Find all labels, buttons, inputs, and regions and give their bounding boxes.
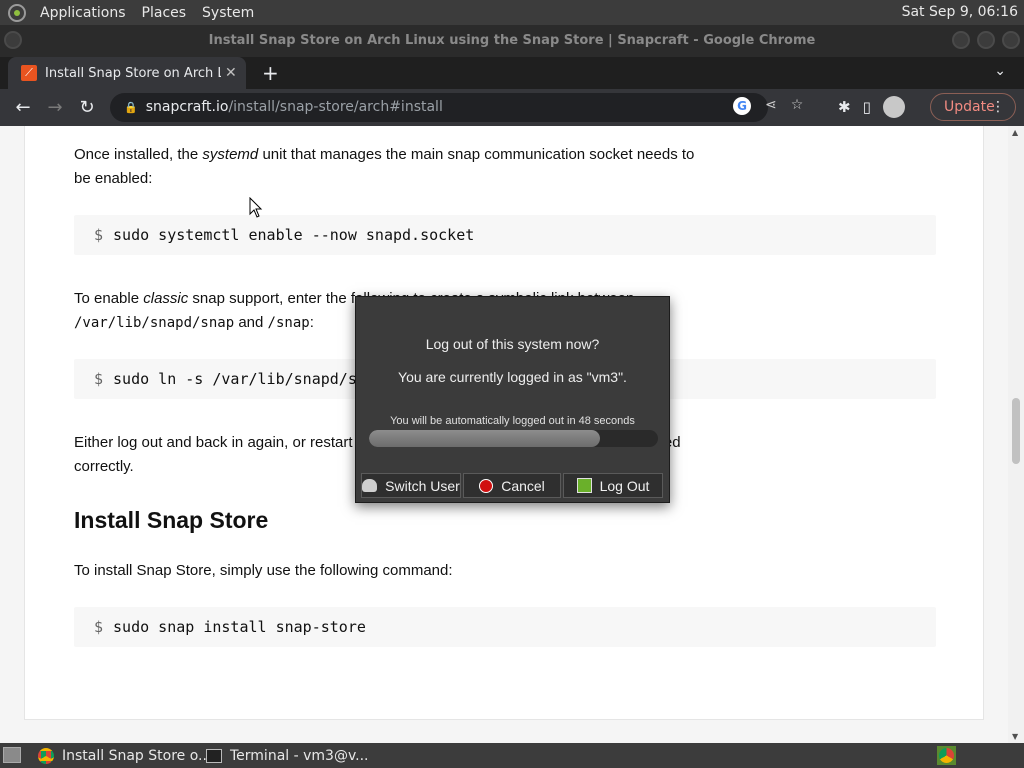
address-bar[interactable]: 🔒 snapcraft.io/install/snap-store/arch#in… <box>110 93 768 122</box>
menu-applications[interactable]: Applications <box>32 5 134 21</box>
side-panel-icon[interactable]: ▯ <box>863 98 871 116</box>
paragraph-systemd: Once installed, the systemd unit that ma… <box>74 146 695 187</box>
url-path: /install/snap-store/arch#install <box>228 99 443 115</box>
exit-icon <box>576 478 592 493</box>
cancel-icon <box>479 478 494 493</box>
url-host: snapcraft.io <box>145 99 229 115</box>
log-out-button[interactable]: Log Out <box>563 473 663 498</box>
shell-prompt: $ <box>94 226 104 244</box>
logout-dialog: Log out of this system now? You are curr… <box>355 296 670 503</box>
chevron-down-icon[interactable]: ⌄ <box>994 63 1006 79</box>
profile-avatar-icon[interactable] <box>882 96 905 118</box>
extensions-icon[interactable]: ✱ <box>838 98 851 116</box>
scroll-up-arrow-icon[interactable]: ▲ <box>1012 128 1018 137</box>
back-icon[interactable]: ← <box>7 97 39 118</box>
share-icon[interactable]: ⋖ <box>765 97 777 115</box>
forward-icon[interactable]: → <box>39 97 71 118</box>
tray-chrome-icon[interactable] <box>937 746 956 765</box>
lock-icon[interactable]: 🔒 <box>124 101 138 114</box>
countdown-progress-fill <box>369 430 601 447</box>
window-titlebar[interactable]: Install Snap Store on Arch Linux using t… <box>0 25 1024 57</box>
scrollbar-thumb[interactable] <box>1012 398 1020 464</box>
taskbar: Install Snap Store o... Terminal - vm3@v… <box>0 743 1024 768</box>
menu-places[interactable]: Places <box>134 5 195 21</box>
update-button[interactable]: Update ⋮ <box>930 93 1016 121</box>
google-lens-icon[interactable]: G <box>733 97 751 115</box>
log-out-label: Log Out <box>599 477 650 494</box>
tab-title: Install Snap Store on Arch Linux using t… <box>45 65 221 81</box>
show-desktop-icon[interactable] <box>3 747 21 763</box>
command-text[interactable]: sudo systemctl enable --now snapd.socket <box>113 226 474 244</box>
command-text[interactable]: sudo snap install snap-store <box>113 618 366 636</box>
taskbar-item-label: Install Snap Store o... <box>62 747 212 764</box>
code-block-enable-socket[interactable]: $ sudo systemctl enable --now snapd.socke… <box>74 215 936 255</box>
section-heading: Install Snap Store <box>74 507 269 533</box>
reload-icon[interactable]: ↻ <box>71 97 103 118</box>
update-label: Update <box>944 99 995 115</box>
shell-prompt: $ <box>94 370 104 388</box>
cancel-label: Cancel <box>501 477 545 494</box>
paragraph-install: To install Snap Store, simply use the fo… <box>74 562 453 579</box>
dialog-question: Log out of this system now? <box>425 336 600 352</box>
browser-toolbar: ← → ↻ 🔒 snapcraft.io/install/snap-store/a… <box>0 89 1024 126</box>
chrome-icon <box>38 747 54 764</box>
shell-prompt: $ <box>94 618 104 636</box>
more-menu-icon[interactable]: ⋮ <box>991 94 1005 120</box>
tab-strip: ⟋ Install Snap Store on Arch Linux using… <box>0 57 1024 89</box>
taskbar-item-chrome[interactable]: Install Snap Store o... <box>38 743 211 768</box>
mouse-cursor-icon <box>249 197 263 218</box>
close-icon[interactable]: ✕ <box>225 65 237 81</box>
bookmark-star-icon[interactable]: ☆ <box>791 97 804 115</box>
dialog-countdown: You will be automatically logged out in … <box>390 415 635 427</box>
maximize-button[interactable] <box>977 31 995 49</box>
menu-system[interactable]: System <box>194 5 262 21</box>
countdown-progress-bar <box>369 430 658 447</box>
code-block-install[interactable]: $ sudo snap install snap-store <box>74 607 936 647</box>
taskbar-item-label: Terminal - vm3@v... <box>230 747 369 764</box>
scroll-down-arrow-icon[interactable]: ▼ <box>1012 732 1018 741</box>
minimize-button[interactable] <box>952 31 970 49</box>
terminal-icon <box>206 748 222 763</box>
switch-user-button[interactable]: Switch User <box>361 473 461 498</box>
switch-user-label: Switch User <box>385 477 460 494</box>
window-title: Install Snap Store on Arch Linux using t… <box>208 33 816 48</box>
dialog-logged-in-as: You are currently logged in as "vm3". <box>398 369 627 385</box>
close-window-button[interactable] <box>1002 31 1020 49</box>
window-menu-button[interactable] <box>4 31 22 49</box>
top-panel: Applications Places System Sat Sep 9, 06… <box>0 0 1024 25</box>
users-icon <box>362 479 378 492</box>
plus-icon[interactable]: + <box>262 61 279 85</box>
snapcraft-favicon-icon: ⟋ <box>21 65 37 81</box>
browser-tab[interactable]: ⟋ Install Snap Store on Arch Linux using… <box>8 57 246 89</box>
cancel-button[interactable]: Cancel <box>463 473 561 498</box>
clock[interactable]: Sat Sep 9, 06:16 <box>902 4 1018 20</box>
page-scrollbar[interactable]: ▲ ▼ <box>1008 126 1024 743</box>
distro-logo-icon[interactable] <box>8 3 26 22</box>
taskbar-item-terminal[interactable]: Terminal - vm3@v... <box>206 743 369 768</box>
